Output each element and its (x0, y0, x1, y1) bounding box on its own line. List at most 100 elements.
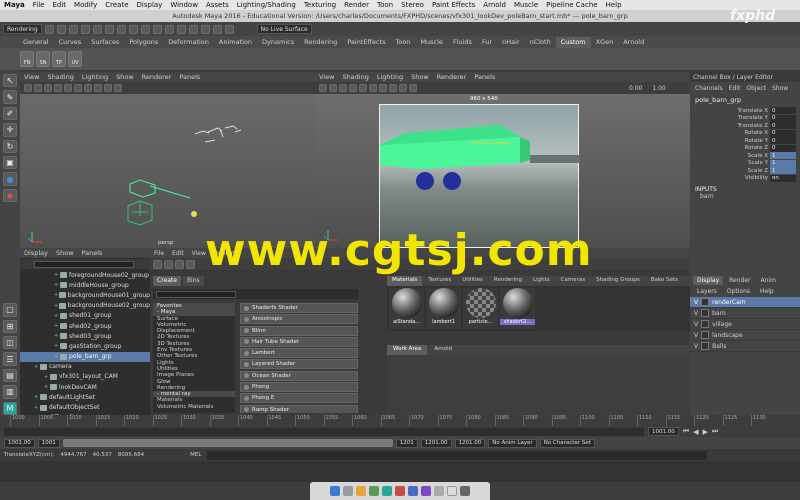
viewport-menu-panels[interactable]: Panels (179, 73, 200, 81)
play-forward-icon[interactable]: ▶ (702, 428, 707, 436)
hypershade-menu-edit[interactable]: Edit (172, 250, 184, 257)
menu-item-window[interactable]: Window (170, 1, 198, 9)
outliner-item[interactable]: + shed03_group (20, 331, 150, 341)
outliner-item[interactable]: + middleHouse_group (20, 280, 150, 290)
range-end-field[interactable]: 1201 (395, 438, 418, 448)
attribute-value[interactable]: 0 (770, 137, 796, 145)
work-tab-arnold[interactable]: Arnold (428, 345, 458, 355)
select-object-icon[interactable] (116, 24, 126, 34)
browser-tab-lights[interactable]: Lights (528, 276, 555, 286)
shelf-tab-arnold[interactable]: Arnold (618, 37, 649, 48)
viewport-menu-shading[interactable]: Shading (342, 73, 368, 81)
character-set-dropdown[interactable]: No Character Set (539, 438, 595, 448)
shadows-icon[interactable] (399, 84, 407, 92)
browser-tab-textures[interactable]: Textures (423, 276, 456, 286)
shader-node-button[interactable]: Blinn (240, 325, 358, 336)
shader-node-button[interactable]: Hair Tube Shader (240, 336, 358, 347)
hypershade-menu-file[interactable]: File (154, 250, 164, 257)
menu-item-display[interactable]: Display (137, 1, 163, 9)
snap-grid-icon[interactable] (140, 24, 150, 34)
shelf-button-uv[interactable]: UV (68, 51, 82, 67)
shader-node-button[interactable]: Phong E (240, 393, 358, 404)
viewport-menu-lighting[interactable]: Lighting (377, 73, 403, 81)
attribute-row[interactable]: Scale Y1 (690, 159, 800, 168)
live-surface-field[interactable]: No Live Surface (256, 24, 312, 34)
history-icon[interactable] (188, 24, 198, 34)
channel-menu-edit[interactable]: Edit (729, 85, 741, 92)
node-category[interactable]: Volumetric Materials (153, 404, 235, 410)
menu-item-muscle[interactable]: Muscle (514, 1, 538, 9)
bookmark-icon[interactable] (34, 84, 42, 92)
channel-menu-object[interactable]: Object (746, 85, 766, 92)
input-connections-icon[interactable] (164, 259, 173, 269)
attribute-value[interactable]: 0 (770, 144, 796, 152)
shelf-tab-custom[interactable]: Custom (555, 37, 591, 48)
attribute-row[interactable]: Rotate X0 (690, 129, 800, 138)
browser-tab-shading-groups[interactable]: Shading Groups (591, 276, 645, 286)
layer-color-swatch[interactable] (701, 320, 710, 328)
playback-end-field[interactable]: 1201.00 (454, 438, 486, 448)
layer-visibility-toggle[interactable]: V (694, 299, 698, 306)
exposure-value[interactable]: 0.00 (629, 85, 642, 92)
layer-color-swatch[interactable] (701, 342, 710, 350)
select-hierarchy-icon[interactable] (104, 24, 114, 34)
grid-icon[interactable] (349, 84, 357, 92)
attribute-row[interactable]: Translate Z0 (690, 122, 800, 130)
outliner-menu-panels[interactable]: Panels (82, 249, 103, 257)
outliner-item[interactable]: + backgroundHouse02_group (20, 301, 150, 311)
create-search-input[interactable] (156, 290, 236, 298)
texture-icon[interactable] (84, 84, 92, 92)
layer-visibility-toggle[interactable]: V (694, 310, 698, 317)
texture-icon[interactable] (379, 84, 387, 92)
gamma-value[interactable]: 1.00 (652, 85, 665, 92)
image-plane-icon[interactable] (339, 84, 347, 92)
terminal-icon[interactable] (369, 486, 379, 496)
shader-node-button[interactable]: Shaderfx Shader (240, 303, 358, 313)
menu-item-create[interactable]: Create (105, 1, 128, 9)
viewport-menu-view[interactable]: View (319, 73, 334, 81)
menu-item-assets[interactable]: Assets (206, 1, 229, 9)
layer-visibility-toggle[interactable]: V (694, 332, 698, 339)
input-node[interactable]: barn (690, 193, 800, 200)
shader-node-button[interactable]: Ramp Shader (240, 404, 358, 413)
shelf-tab-animation[interactable]: Animation (214, 37, 257, 48)
translate-y-value[interactable]: 40.537 (93, 452, 112, 458)
translate-x-value[interactable]: 4944.767 (60, 452, 86, 458)
attribute-value[interactable]: 1 (770, 159, 796, 167)
layer-tab-render[interactable]: Render (725, 276, 754, 285)
chrome-icon[interactable] (356, 486, 366, 496)
outliner-item[interactable]: + camera (20, 362, 150, 372)
shelf-button-fn[interactable]: FN (20, 51, 34, 67)
xray-icon[interactable] (114, 84, 122, 92)
range-slider-bar[interactable] (62, 439, 393, 447)
browser-tab-utilities[interactable]: Utilities (457, 276, 488, 286)
browser-tab-bake-sets[interactable]: Bake Sets (646, 276, 683, 286)
smooth-shade-icon[interactable] (74, 84, 82, 92)
create-tab-create[interactable]: Create (153, 276, 181, 286)
output-connections-icon[interactable] (175, 259, 184, 269)
ipr-render-icon[interactable] (212, 24, 222, 34)
lasso-tool-icon[interactable]: ✎ (3, 90, 17, 104)
shadows-icon[interactable] (104, 84, 112, 92)
shelf-tab-toon[interactable]: Toon (390, 37, 415, 48)
layer-row[interactable]: Vbarn (690, 308, 800, 319)
script-language-toggle[interactable]: MEL (190, 452, 201, 458)
save-scene-icon[interactable] (68, 24, 78, 34)
start-time-field[interactable]: 1001.00 (4, 438, 35, 448)
end-time-field[interactable]: 1201.00 (420, 438, 452, 448)
open-scene-icon[interactable] (56, 24, 66, 34)
shelf-tab-general[interactable]: General (18, 37, 54, 48)
outliner-item[interactable]: + lookDevCAM (20, 382, 150, 392)
grid-icon[interactable] (54, 84, 62, 92)
attribute-row[interactable]: Visibility on (690, 174, 800, 183)
shelf-tab-nhair[interactable]: nHair (497, 37, 524, 48)
material-swatch[interactable]: shaderGl... (500, 288, 535, 329)
layer-row[interactable]: Vvillage (690, 319, 800, 330)
shelf-button-sn[interactable]: SN (36, 51, 50, 67)
outliner-item[interactable]: + foregroundHouse02_group (20, 270, 150, 280)
layout-outliner-icon[interactable]: ☰ (3, 352, 17, 366)
menu-item-help[interactable]: Help (606, 1, 622, 9)
viewport-menu-shading[interactable]: Shading (47, 73, 73, 81)
browser-tab-rendering[interactable]: Rendering (489, 276, 527, 286)
lights-icon[interactable] (94, 84, 102, 92)
